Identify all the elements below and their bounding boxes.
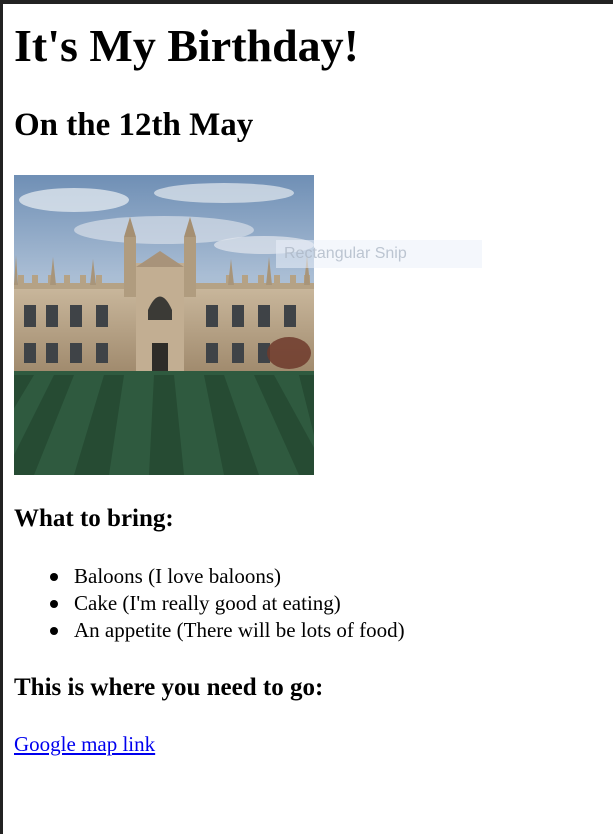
window-frame-top xyxy=(0,0,613,4)
google-map-link[interactable]: Google map link xyxy=(14,731,155,758)
bullet-icon xyxy=(50,600,58,608)
snip-tool-overlay: Rectangular Snip xyxy=(276,240,482,268)
location-heading: This is where you need to go: xyxy=(14,674,324,701)
bring-list: Baloons (I love baloons) Cake (I'm reall… xyxy=(14,563,405,644)
what-to-bring-heading: What to bring: xyxy=(14,505,174,532)
page-title: It's My Birthday! xyxy=(14,20,359,71)
list-item-label: An appetite (There will be lots of food) xyxy=(74,618,405,642)
bullet-icon xyxy=(50,573,58,581)
window-frame-left xyxy=(0,0,3,834)
list-item: An appetite (There will be lots of food) xyxy=(50,617,405,644)
list-item: Cake (I'm really good at eating) xyxy=(50,590,405,617)
list-item-label: Cake (I'm really good at eating) xyxy=(74,591,341,615)
list-item: Baloons (I love baloons) xyxy=(50,563,405,590)
bullet-icon xyxy=(50,627,58,635)
page-subtitle: On the 12th May xyxy=(14,107,254,143)
list-item-label: Baloons (I love baloons) xyxy=(74,564,282,588)
college-building-photo xyxy=(14,175,314,475)
